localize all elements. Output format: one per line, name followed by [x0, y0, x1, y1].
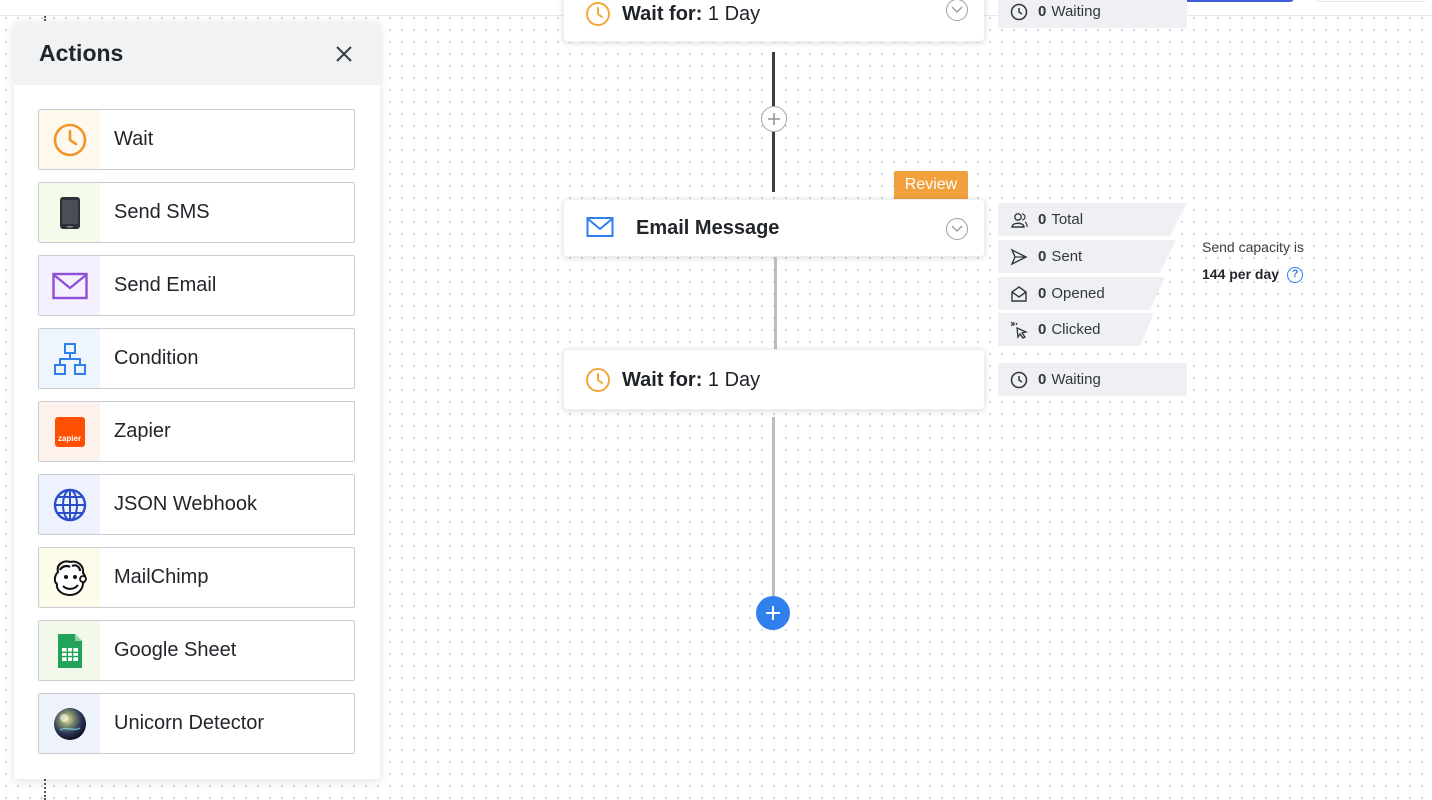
- help-icon[interactable]: ?: [1287, 266, 1304, 283]
- clock-icon: [53, 123, 86, 156]
- action-wait[interactable]: Wait: [38, 109, 355, 170]
- action-icon-cell: [39, 256, 100, 315]
- phone-icon: [59, 196, 80, 229]
- action-label: Send SMS: [114, 201, 210, 223]
- action-label: Wait: [114, 128, 154, 150]
- action-send-sms[interactable]: Send SMS: [38, 182, 355, 243]
- action-icon-cell: [39, 183, 100, 242]
- clicked-stat: 0 Clicked: [998, 313, 1154, 346]
- capacity-line2: 144 per day ?: [1202, 261, 1304, 288]
- action-json-webhook[interactable]: JSON Webhook: [38, 474, 355, 535]
- clock-icon: [1010, 371, 1028, 388]
- action-zapier[interactable]: zapier Zapier: [38, 401, 355, 462]
- flow-connector: [772, 417, 775, 597]
- google-sheet-icon: [57, 633, 82, 668]
- flow-connector: [774, 257, 777, 350]
- action-label: Google Sheet: [114, 639, 237, 661]
- action-google-sheet[interactable]: Google Sheet: [38, 620, 355, 681]
- hierarchy-icon: [53, 342, 86, 375]
- globe-icon: [53, 488, 86, 521]
- panel-title: Actions: [39, 40, 124, 66]
- action-list: Wait Send SMS Send Email Condition zapie…: [14, 85, 380, 754]
- send-icon: [1010, 248, 1028, 265]
- sent-stat: 0 Sent: [998, 240, 1176, 273]
- action-label: Unicorn Detector: [114, 712, 265, 734]
- action-label: Send Email: [114, 274, 217, 296]
- action-label: JSON Webhook: [114, 493, 258, 515]
- close-icon[interactable]: [333, 43, 355, 65]
- chevron-down-icon[interactable]: [946, 218, 968, 240]
- top-waiting-stat: 0 Waiting: [998, 0, 1187, 28]
- plus-icon: [766, 606, 780, 620]
- zapier-logo-icon: zapier: [54, 416, 85, 447]
- send-capacity-note: Send capacity is 144 per day ?: [1202, 234, 1304, 288]
- action-mailchimp[interactable]: MailChimp: [38, 547, 355, 608]
- wait-card-top-text: Wait for: 1 Day: [622, 3, 761, 25]
- envelope-icon: [51, 272, 88, 299]
- action-send-email[interactable]: Send Email: [38, 255, 355, 316]
- open-envelope-icon: [1011, 285, 1027, 302]
- waiting-stat: 0 Waiting: [998, 363, 1187, 396]
- wait-card-text: Wait for: 1 Day: [622, 369, 761, 391]
- review-badge[interactable]: Review: [894, 171, 968, 199]
- action-icon-cell: [39, 110, 100, 169]
- clock-icon: [1010, 3, 1028, 20]
- wait-card[interactable]: Wait for: 1 Day: [563, 349, 985, 410]
- flow-connector: [772, 132, 775, 192]
- mailchimp-logo-icon: [53, 560, 87, 596]
- action-label: MailChimp: [114, 566, 209, 588]
- actions-panel-header: Actions: [14, 22, 380, 85]
- action-icon-cell: zapier: [39, 402, 100, 461]
- unicorn-orb-icon: [53, 707, 86, 740]
- email-message-card[interactable]: Email Message: [563, 199, 985, 257]
- wait-card-top[interactable]: Wait for: 1 Day: [563, 0, 985, 42]
- action-unicorn-detector[interactable]: Unicorn Detector: [38, 693, 355, 754]
- action-condition[interactable]: Condition: [38, 328, 355, 389]
- add-step-button[interactable]: [761, 106, 787, 132]
- action-label: Condition: [114, 347, 199, 369]
- actions-panel: Actions Wait Send SMS Send Email Conditi…: [14, 22, 380, 779]
- action-icon-cell: [39, 329, 100, 388]
- add-step-button-primary[interactable]: [756, 596, 790, 630]
- cursor-click-icon: [1010, 321, 1028, 339]
- clock-icon: [586, 2, 610, 26]
- flow-connector: [772, 52, 775, 107]
- envelope-icon: [586, 217, 614, 237]
- chevron-down-icon[interactable]: [946, 0, 968, 21]
- action-icon-cell: [39, 548, 100, 607]
- action-label: Zapier: [114, 420, 171, 442]
- users-icon: [1011, 212, 1028, 228]
- email-message-title: Email Message: [636, 217, 780, 239]
- toolbar-secondary-button[interactable]: [1316, 0, 1426, 2]
- opened-stat: 0 Opened: [998, 277, 1165, 310]
- action-icon-cell: [39, 475, 100, 534]
- action-icon-cell: [39, 694, 100, 753]
- plus-icon: [768, 113, 780, 125]
- capacity-line1: Send capacity is: [1202, 239, 1304, 255]
- action-icon-cell: [39, 621, 100, 680]
- clock-icon: [586, 368, 610, 392]
- total-stat: 0 Total: [998, 203, 1187, 236]
